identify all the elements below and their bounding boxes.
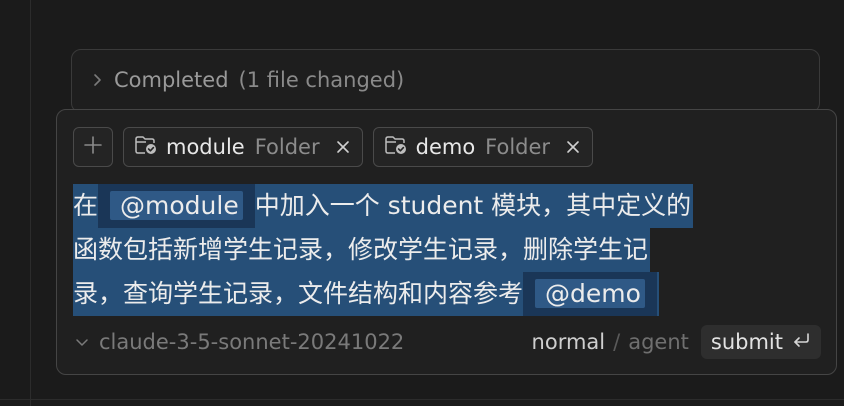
message-text: 函数包括新增学生记录，修改学生记录，删除学生记 bbox=[73, 228, 651, 272]
completed-status: Completed bbox=[114, 68, 229, 92]
chevron-down-icon bbox=[75, 330, 89, 354]
chip-name: demo bbox=[415, 135, 476, 159]
chip-kind: Folder bbox=[254, 135, 320, 159]
files-changed-count: (1 file changed) bbox=[238, 68, 405, 92]
message-text: 中加入一个 student 模块，其中定义的 bbox=[254, 191, 692, 220]
folder-check-icon bbox=[384, 134, 408, 160]
message-line-3: 录，查询学生记录，文件结构和内容参考 @demo bbox=[73, 272, 823, 316]
context-chip-demo[interactable]: demo Folder bbox=[372, 127, 594, 167]
mention-demo[interactable]: @demo bbox=[535, 279, 645, 308]
mode-agent[interactable]: agent bbox=[628, 330, 689, 354]
bottom-divider bbox=[0, 399, 844, 400]
chat-composer[interactable]: module Folder demo Folder 在 @module 中加入一… bbox=[56, 109, 837, 375]
context-chips-row: module Folder demo Folder bbox=[73, 126, 594, 168]
add-context-button[interactable] bbox=[73, 127, 113, 167]
chip-name: module bbox=[166, 135, 245, 159]
composer-footer: claude-3-5-sonnet-20241022 normal / agent … bbox=[75, 324, 821, 360]
completed-changes-panel[interactable]: Completed (1 file changed) bbox=[71, 49, 820, 113]
left-rail-divider bbox=[30, 0, 31, 406]
model-name: claude-3-5-sonnet-20241022 bbox=[99, 330, 405, 354]
plus-icon bbox=[82, 134, 104, 160]
model-dropdown[interactable]: claude-3-5-sonnet-20241022 bbox=[75, 330, 404, 354]
mode-toggle[interactable]: normal / agent bbox=[532, 330, 689, 354]
chevron-right-icon[interactable] bbox=[90, 73, 104, 87]
close-icon[interactable] bbox=[566, 140, 580, 154]
folder-check-icon bbox=[134, 134, 158, 160]
message-input[interactable]: 在 @module 中加入一个 student 模块，其中定义的 函数包括新增学生记… bbox=[73, 184, 823, 316]
mode-separator: / bbox=[613, 330, 621, 354]
message-text: 在 bbox=[73, 191, 99, 220]
message-text: 录，查询学生记录，文件结构和内容参考 bbox=[73, 279, 524, 308]
composer-actions: normal / agent submit bbox=[532, 325, 821, 359]
message-line-1: 在 @module 中加入一个 student 模块，其中定义的 bbox=[73, 184, 823, 228]
mention-module[interactable]: @module bbox=[110, 191, 243, 220]
mode-normal[interactable]: normal bbox=[532, 330, 606, 354]
close-icon[interactable] bbox=[336, 140, 350, 154]
submit-button[interactable]: submit bbox=[700, 325, 821, 359]
completed-header[interactable]: Completed (1 file changed) bbox=[90, 67, 404, 93]
message-line-2: 函数包括新增学生记录，修改学生记录，删除学生记 bbox=[73, 228, 823, 272]
editor-page: Completed (1 file changed) module Folder… bbox=[0, 0, 844, 406]
enter-return-icon bbox=[791, 330, 811, 354]
context-chip-module[interactable]: module Folder bbox=[123, 127, 363, 167]
chip-kind: Folder bbox=[485, 135, 551, 159]
submit-label: submit bbox=[710, 330, 783, 354]
